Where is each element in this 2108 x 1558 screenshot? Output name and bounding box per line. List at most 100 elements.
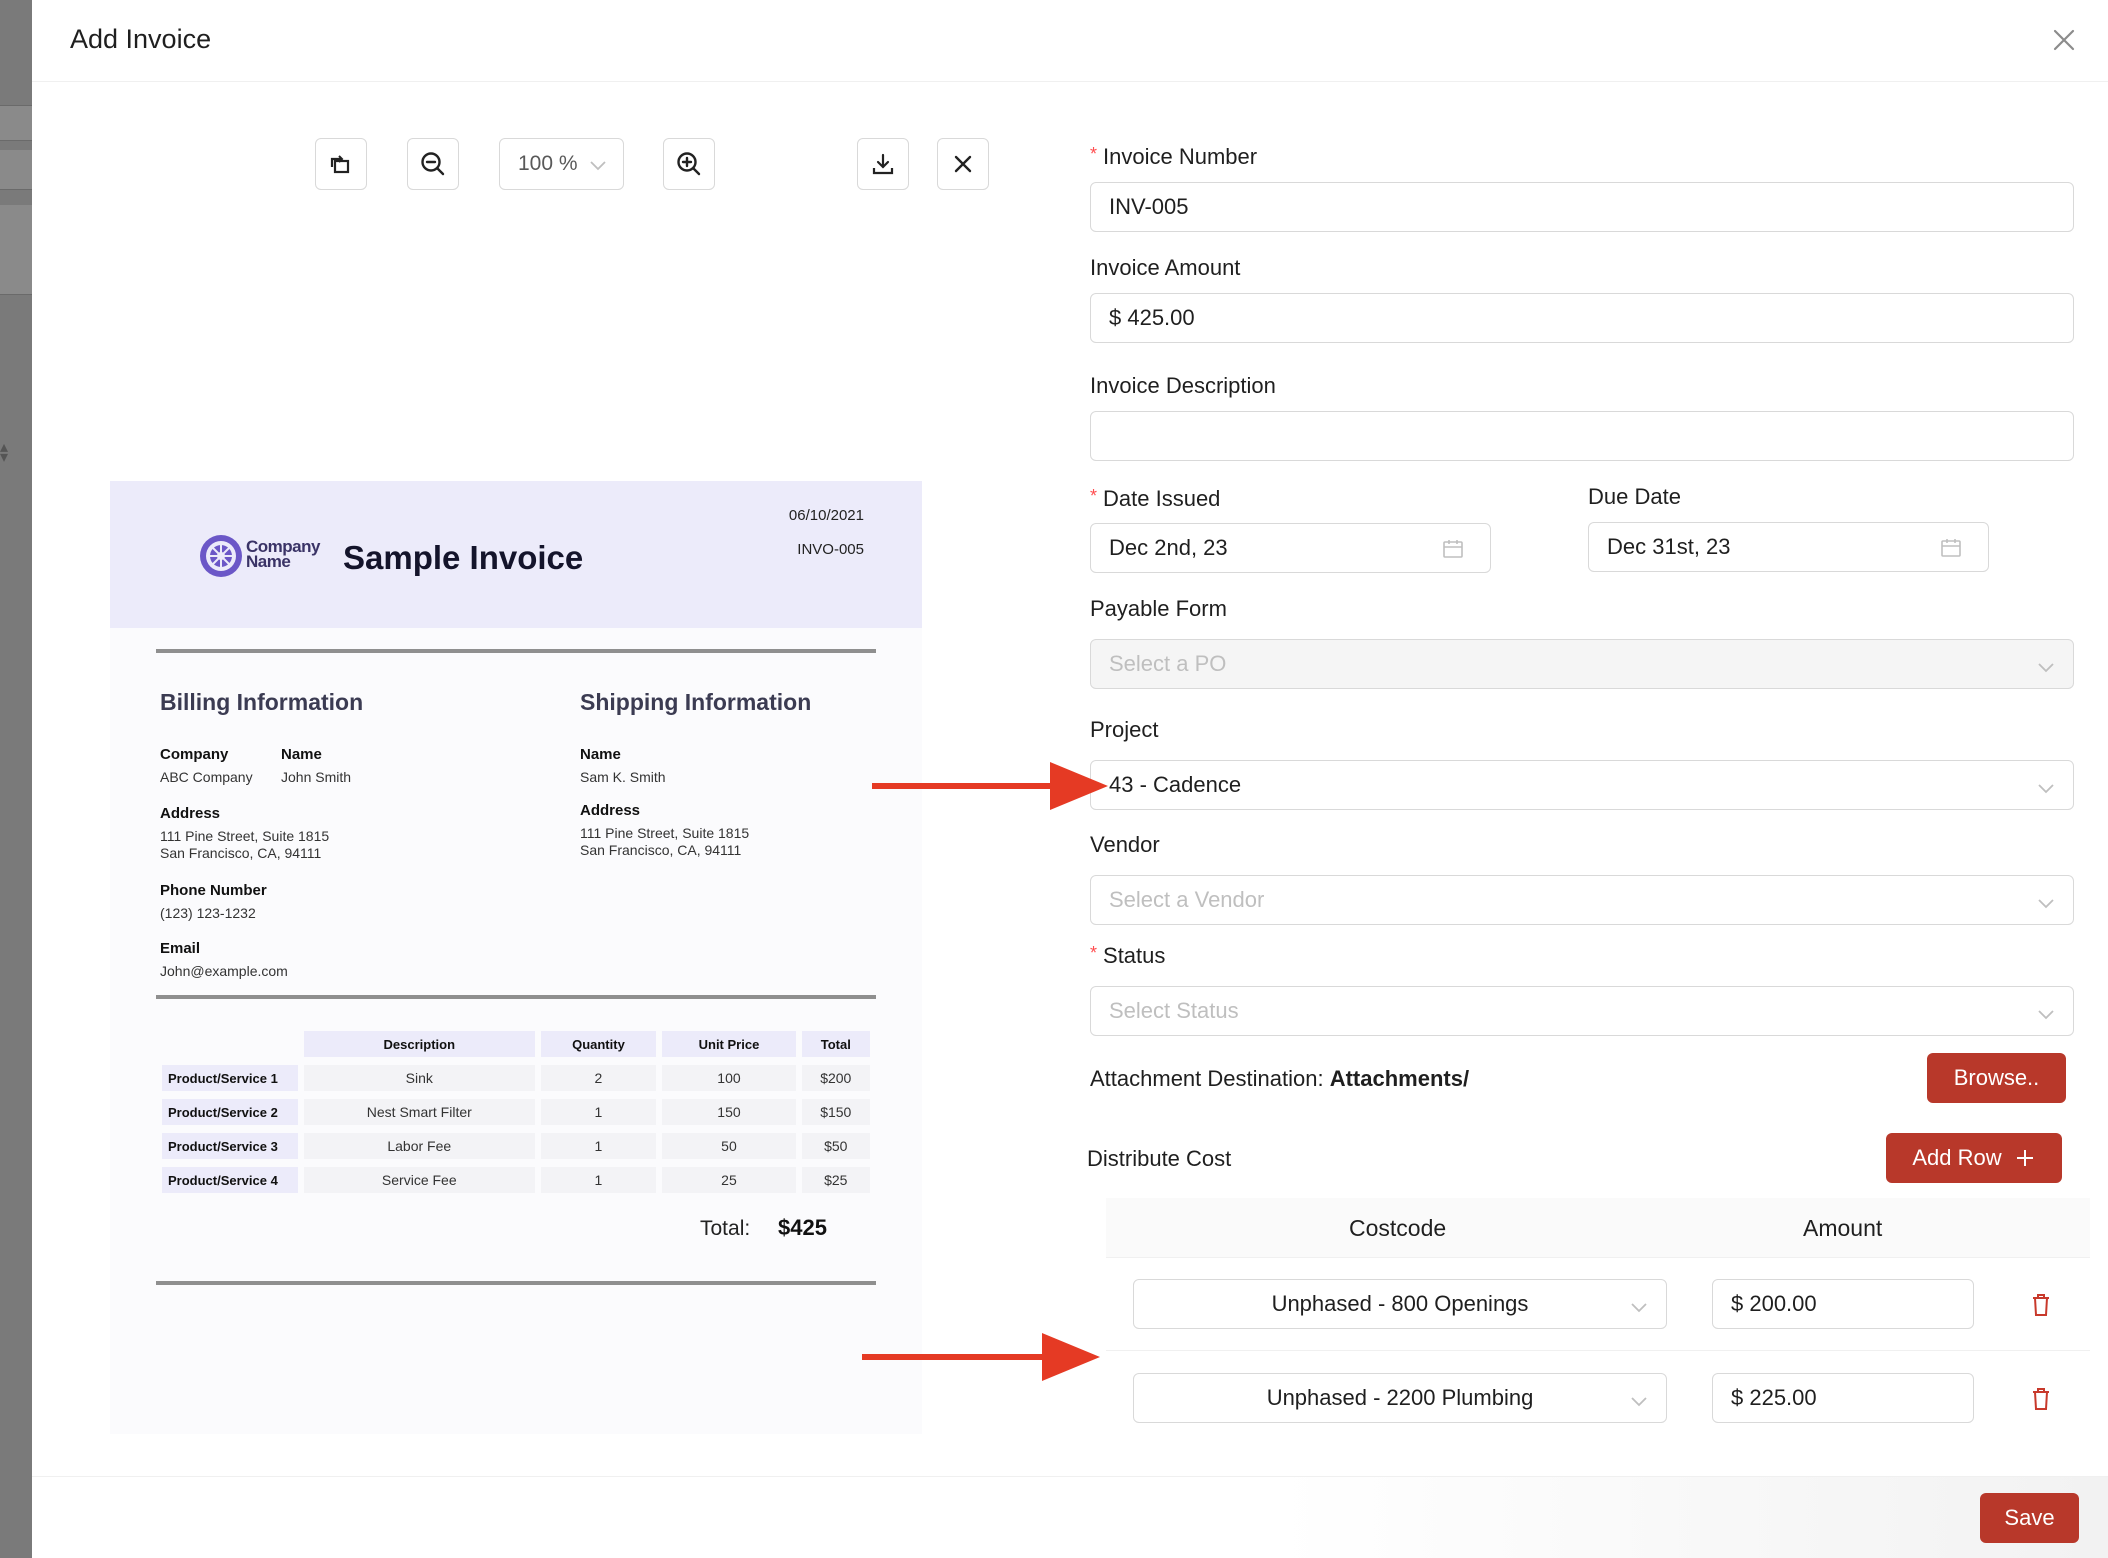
billing-name-label: Name xyxy=(281,746,322,763)
row-total: $150 xyxy=(801,1099,870,1125)
sort-icon: ▴ ▾ xyxy=(0,439,9,466)
billing-email-value: John@example.com xyxy=(160,963,288,979)
billing-name-value: John Smith xyxy=(281,769,352,785)
zoom-out-icon xyxy=(421,152,445,176)
distribute-cost-label: Distribute Cost xyxy=(1087,1146,1232,1171)
amount-input[interactable]: $ 200.00 xyxy=(1712,1279,1974,1329)
trash-icon[interactable] xyxy=(2030,1387,2052,1411)
required-marker: * xyxy=(1090,144,1098,164)
row-description: Labor Fee xyxy=(304,1133,535,1159)
rotate-icon xyxy=(330,155,350,174)
trash-icon[interactable] xyxy=(2030,1293,2052,1317)
due-date-label: Due Date xyxy=(1588,484,1681,509)
billing-company-value: ABC Company xyxy=(160,769,253,785)
company-logo-icon xyxy=(200,535,242,577)
row-total: $200 xyxy=(801,1065,870,1091)
date-issued-picker[interactable]: Dec 2nd, 23 xyxy=(1090,523,1491,573)
billing-phone-value: (123) 123-1232 xyxy=(160,905,256,921)
billing-email-label: Email xyxy=(160,940,201,957)
background-page: ▴ ▾ xyxy=(0,0,32,1558)
row-quantity: 2 xyxy=(540,1065,657,1091)
shipping-name-value: Sam K. Smith xyxy=(580,769,666,785)
table-row: Product/Service 1 Sink 2 100 $200 xyxy=(162,1065,870,1091)
invoice-description-input[interactable] xyxy=(1090,411,2074,461)
invoice-date: 06/10/2021 xyxy=(788,507,864,524)
row-description: Service Fee xyxy=(304,1167,535,1193)
invoice-total-label: Total: xyxy=(700,1217,751,1240)
vendor-select[interactable]: Select a Vendor xyxy=(1090,875,2074,925)
row-label: Product/Service 2 xyxy=(162,1099,298,1125)
date-issued-value: Dec 2nd, 23 xyxy=(1109,535,1228,560)
invoice-title: Sample Invoice xyxy=(343,539,584,576)
add-row-label: Add Row xyxy=(1912,1145,2002,1170)
status-label: * Status xyxy=(1090,943,1166,968)
background-row xyxy=(0,105,32,141)
modal-header: Add Invoice xyxy=(32,0,2108,82)
invoice-amount-input[interactable]: $ 425.00 xyxy=(1090,293,2074,343)
row-total: $50 xyxy=(801,1133,870,1159)
status-select[interactable]: Select Status xyxy=(1090,986,2074,1036)
costcode-select[interactable]: Unphased - 800 Openings xyxy=(1133,1279,1667,1329)
shipping-address-label: Address xyxy=(580,802,641,819)
zoom-out-button[interactable] xyxy=(407,138,459,190)
zoom-in-button[interactable] xyxy=(663,138,715,190)
amount-input[interactable]: $ 225.00 xyxy=(1712,1373,1974,1423)
costcode-column-header: Costcode xyxy=(1349,1215,1447,1241)
chevron-down-icon xyxy=(1631,1303,1647,1313)
zoom-level-select[interactable]: 100 % xyxy=(499,138,624,190)
invoice-number-label: * Invoice Number xyxy=(1090,144,1258,169)
rotate-button[interactable] xyxy=(315,138,367,190)
billing-address-line1: 111 Pine Street, Suite 1815 xyxy=(160,828,330,844)
shipping-address-line2: San Francisco, CA, 94111 xyxy=(580,842,742,858)
download-button[interactable] xyxy=(857,138,909,190)
billing-company-label: Company xyxy=(160,746,229,763)
chevron-down-icon xyxy=(2038,899,2054,909)
table-row: Product/Service 2 Nest Smart Filter 1 15… xyxy=(162,1099,870,1125)
invoice-description-label: Invoice Description xyxy=(1090,373,1276,398)
payable-form-select: Select a PO xyxy=(1090,639,2074,689)
due-date-picker[interactable]: Dec 31st, 23 xyxy=(1588,522,1989,572)
shipping-name-label: Name xyxy=(580,746,621,763)
row-total: $25 xyxy=(801,1167,870,1193)
save-button[interactable]: Save xyxy=(1980,1493,2079,1543)
date-issued-label: * Date Issued xyxy=(1090,486,1221,511)
table-header-unit-price: Unit Price xyxy=(662,1031,796,1057)
row-unit-price: 25 xyxy=(662,1167,796,1193)
annotation-arrow-icon xyxy=(862,1333,1100,1381)
modal-title: Add Invoice xyxy=(70,24,212,54)
browse-button[interactable]: Browse.. xyxy=(1927,1053,2066,1103)
billing-address-label: Address xyxy=(160,805,221,822)
divider xyxy=(156,995,876,999)
costcode-select[interactable]: Unphased - 2200 Plumbing xyxy=(1133,1373,1667,1423)
attachment-destination-label: Attachment Destination: xyxy=(1090,1066,1324,1091)
attachment-destination-value: Attachments/ xyxy=(1329,1066,1470,1091)
billing-phone-label: Phone Number xyxy=(160,882,267,899)
row-quantity: 1 xyxy=(540,1167,657,1193)
shipping-title: Shipping Information xyxy=(580,689,812,715)
invoice-total-value: $425 xyxy=(778,1215,827,1240)
costcode-value: Unphased - 800 Openings xyxy=(1271,1291,1529,1316)
billing-title: Billing Information xyxy=(160,689,364,715)
chevron-down-icon xyxy=(1631,1397,1647,1407)
payable-form-placeholder: Select a PO xyxy=(1109,651,1227,676)
divider xyxy=(156,649,876,653)
calendar-icon xyxy=(1941,539,1961,557)
invoice-number-input[interactable]: INV-005 xyxy=(1090,182,2074,232)
close-icon xyxy=(954,155,972,173)
costcode-value: Unphased - 2200 Plumbing xyxy=(1266,1385,1534,1410)
invoice-number-text: INVO-005 xyxy=(797,541,864,558)
amount-column-header: Amount xyxy=(1803,1215,1883,1241)
row-label: Product/Service 3 xyxy=(162,1133,298,1159)
invoice-amount-label: Invoice Amount xyxy=(1090,255,1241,280)
project-select[interactable]: 43 - Cadence xyxy=(1090,760,2074,810)
add-row-button[interactable]: Add Row xyxy=(1886,1133,2062,1183)
due-date-value: Dec 31st, 23 xyxy=(1607,534,1731,559)
close-preview-button[interactable] xyxy=(937,138,989,190)
row-unit-price: 150 xyxy=(662,1099,796,1125)
plus-icon xyxy=(2016,1150,2033,1166)
billing-address-line2: San Francisco, CA, 94111 xyxy=(160,845,322,861)
chevron-down-icon xyxy=(590,161,606,171)
close-icon[interactable] xyxy=(2050,26,2078,54)
zoom-in-icon xyxy=(677,152,701,176)
vendor-placeholder: Select a Vendor xyxy=(1109,887,1265,912)
